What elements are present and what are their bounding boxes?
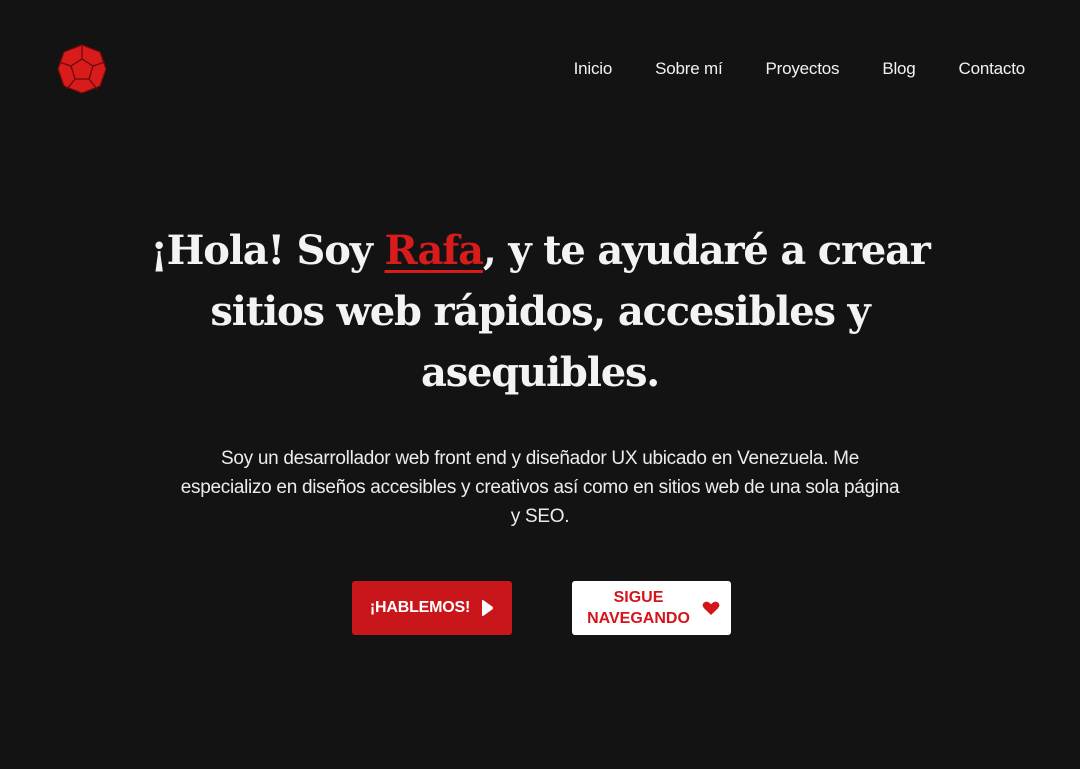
nav-item-inicio[interactable]: Inicio [574,58,613,80]
main-nav: Inicio Sobre mí Proyectos Blog Contacto [531,58,1026,80]
heart-icon [702,601,720,616]
hero-title-intro: ¡Hola! Soy [150,227,385,274]
dodecahedron-logo-icon [57,44,107,94]
site-logo[interactable] [56,43,108,95]
hero-description: Soy un desarrollador web front end y dis… [180,448,900,527]
hablemos-button[interactable]: ¡HABLEMOS! [352,581,512,635]
hablemos-button-label: ¡HABLEMOS! [369,599,471,616]
nav-item-contacto[interactable]: Contacto [959,58,1026,80]
play-arrow-icon [480,599,494,617]
nav-item-proyectos[interactable]: Proyectos [766,58,840,80]
nav-item-sobre-mi[interactable]: Sobre mí [655,58,723,80]
sigue-navegando-button[interactable]: SIGUE NAVEGANDO [572,581,731,635]
nav-item-blog[interactable]: Blog [882,58,915,80]
sigue-navegando-button-label: SIGUE NAVEGANDO [587,589,690,627]
hero-title-name: Rafa [384,227,485,274]
hero-title: ¡Hola! Soy Rafa, y te ayudaré a crear si… [140,220,940,403]
